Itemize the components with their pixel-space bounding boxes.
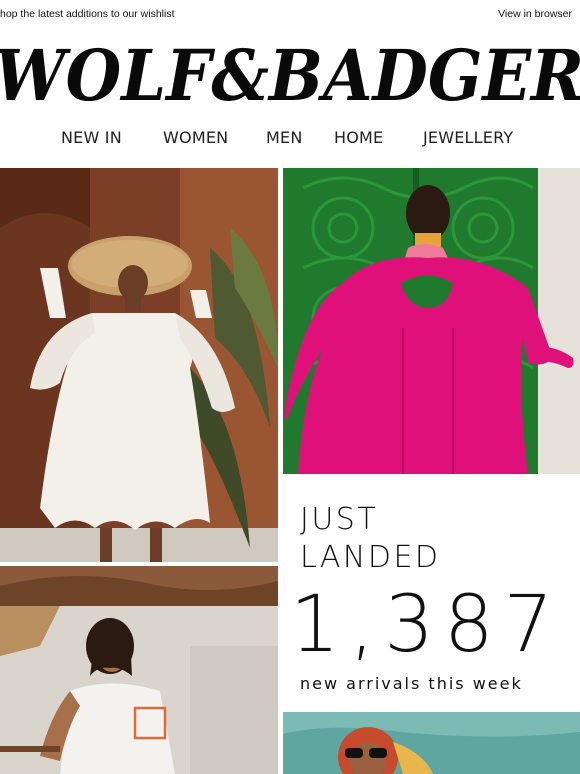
- svg-text:WOLF&BADGER: WOLF&BADGER: [0, 36, 580, 108]
- new-arrivals-count: 1,387: [290, 580, 564, 670]
- nav-item-new-in[interactable]: NEW IN: [61, 128, 122, 147]
- woman-white-tshirt-image[interactable]: [0, 566, 278, 774]
- promo-subtitle: new arrivals this week: [300, 674, 523, 693]
- main-nav: NEW IN WOMEN MEN HOME JEWELLERY: [0, 128, 580, 150]
- nav-item-men[interactable]: MEN: [266, 128, 302, 147]
- wolf-badger-logo[interactable]: WOLF&BADGER: [0, 36, 580, 108]
- nav-item-home[interactable]: HOME: [334, 128, 383, 147]
- woman-pink-coat-green-door-image[interactable]: [283, 168, 580, 474]
- top-bar: hop the latest additions to our wishlist…: [0, 0, 580, 30]
- promo-line-just: JUST: [300, 502, 379, 537]
- woman-white-dress-straw-hat-image[interactable]: [0, 168, 278, 562]
- nav-item-women[interactable]: WOMEN: [163, 128, 228, 147]
- view-in-browser-link[interactable]: View in browser: [498, 8, 572, 20]
- nav-item-jewellery[interactable]: JEWELLERY: [423, 128, 513, 147]
- promo-line-landed: LANDED: [300, 540, 441, 575]
- woman-sunglasses-headscarf-image[interactable]: [283, 712, 580, 774]
- preheader-text: hop the latest additions to our wishlist: [0, 8, 175, 20]
- just-landed-promo[interactable]: JUST LANDED 1,387 new arrivals this week: [282, 474, 580, 712]
